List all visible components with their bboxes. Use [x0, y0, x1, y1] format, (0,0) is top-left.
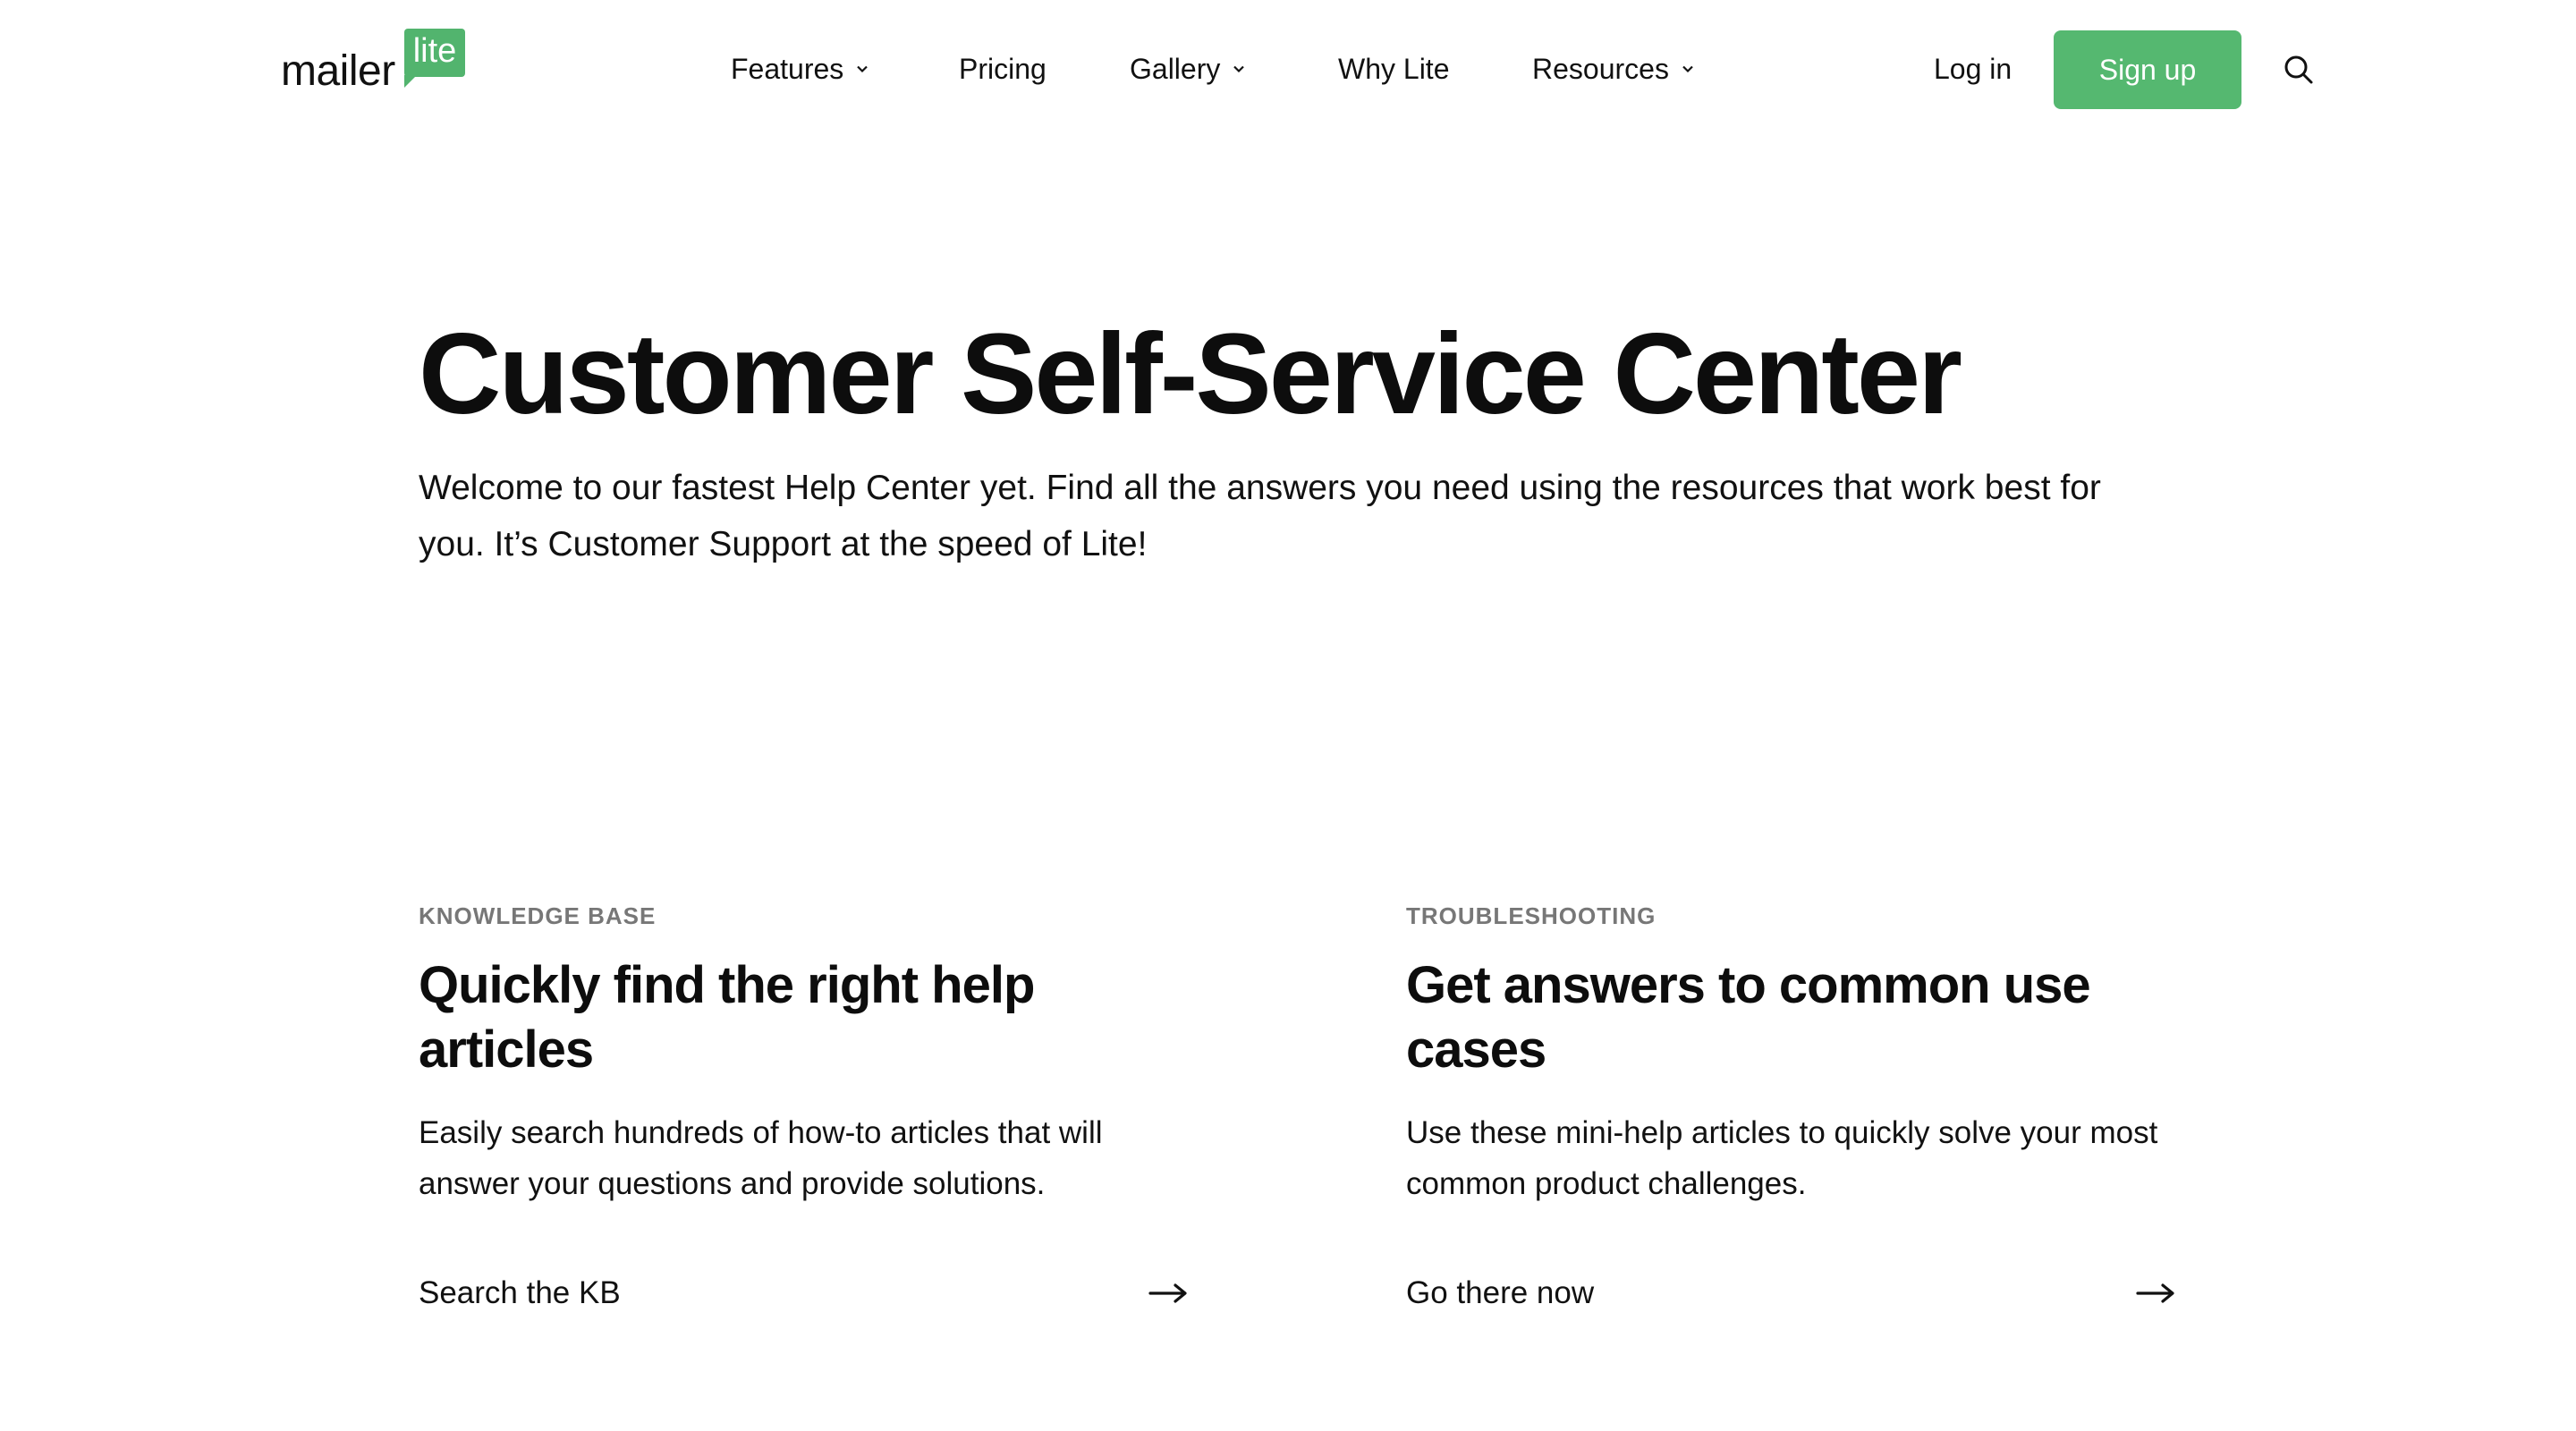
nav-why-lite-label: Why Lite: [1338, 52, 1450, 85]
logo-word: mailer: [281, 47, 395, 95]
go-there-now-link[interactable]: Go there now: [1406, 1275, 2175, 1311]
troubleshooting-card: TROUBLESHOOTING Get answers to common us…: [1406, 896, 2193, 1311]
nav-pricing[interactable]: Pricing: [959, 47, 1046, 91]
nav-gallery[interactable]: Gallery: [1130, 47, 1245, 91]
page: mailer lite Features Pricing Gallery Why…: [0, 0, 2576, 1431]
chevron-down-icon: [1682, 65, 1693, 73]
card-title: Get answers to common use cases: [1406, 956, 2091, 1079]
mailerlite-logo[interactable]: mailer lite: [281, 29, 466, 97]
search-kb-link[interactable]: Search the KB: [419, 1275, 1188, 1311]
chevron-down-icon: [1233, 65, 1245, 73]
card-title: Quickly find the right help articles: [419, 956, 1035, 1079]
card-link-label: Go there now: [1406, 1275, 1595, 1310]
login-link[interactable]: Log in: [1934, 47, 2012, 91]
nav-resources-label: Resources: [1532, 52, 1669, 85]
site-header: mailer lite Features Pricing Gallery Why…: [0, 0, 2576, 143]
arrow-right-icon: [2136, 1283, 2174, 1303]
knowledge-base-card: KNOWLEDGE BASE Quickly find the right he…: [419, 896, 1206, 1311]
search-icon[interactable]: [2283, 54, 2315, 86]
logo-badge: lite: [403, 29, 466, 88]
nav-resources[interactable]: Resources: [1532, 47, 1694, 91]
page-title: Customer Self-Service Center: [419, 310, 1962, 438]
arrow-right-icon: [1148, 1283, 1187, 1303]
card-link-label: Search the KB: [419, 1275, 621, 1310]
nav-gallery-label: Gallery: [1130, 52, 1221, 85]
card-description: Use these mini-help articles to quickly …: [1406, 1115, 2158, 1201]
nav-pricing-label: Pricing: [959, 52, 1046, 85]
card-eyebrow: TROUBLESHOOTING: [1406, 902, 1657, 929]
card-description: Easily search hundreds of how-to article…: [419, 1115, 1103, 1201]
card-eyebrow: KNOWLEDGE BASE: [419, 902, 657, 929]
nav-features-label: Features: [731, 52, 844, 85]
nav-features[interactable]: Features: [731, 47, 869, 91]
signup-button[interactable]: Sign up: [2054, 30, 2241, 109]
page-subtitle: Welcome to our fastest Help Center yet. …: [419, 469, 2101, 563]
nav-why-lite[interactable]: Why Lite: [1338, 47, 1449, 91]
chevron-down-icon: [857, 65, 869, 73]
